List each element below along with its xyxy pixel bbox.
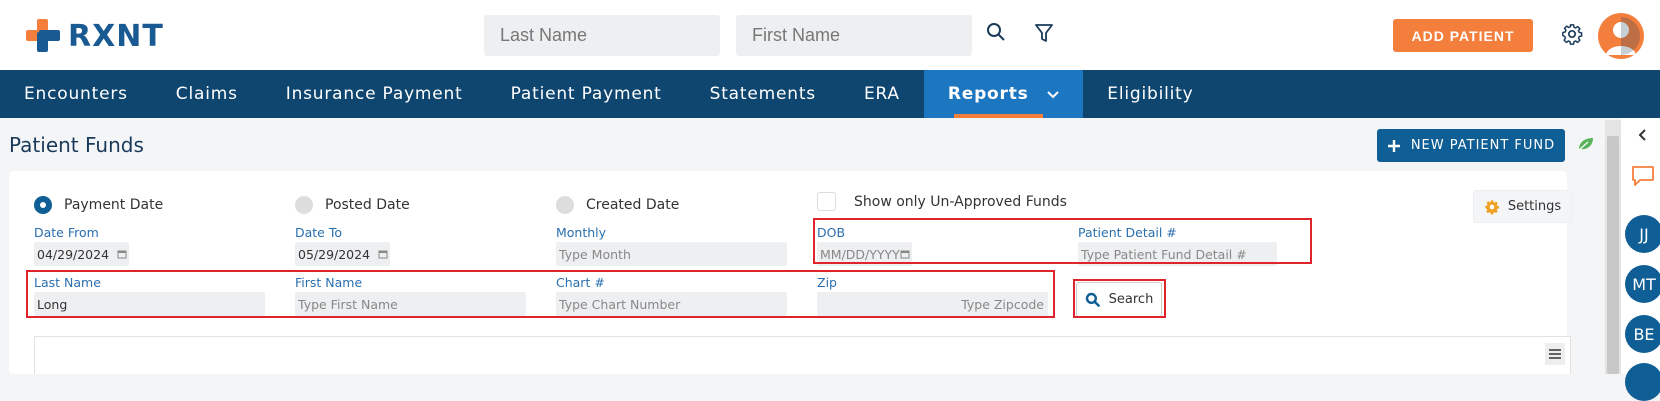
filter-icon[interactable] (1034, 22, 1054, 49)
monthly-input[interactable] (556, 242, 787, 266)
nav-patient-payment[interactable]: Patient Payment (487, 70, 686, 118)
active-tab-underline (953, 114, 1044, 118)
search-button[interactable]: Search (1076, 282, 1162, 317)
scrollbar-thumb[interactable] (1607, 136, 1619, 374)
zip-label: Zip (817, 275, 837, 290)
rail-user-mt[interactable]: MT (1625, 265, 1660, 303)
new-patient-fund-label: NEW PATIENT FUND (1410, 138, 1556, 153)
chart-number-label: Chart # (556, 275, 605, 290)
calendar-icon[interactable] (378, 249, 388, 259)
radio-checked-icon (34, 196, 52, 214)
radio-unchecked-icon (295, 196, 313, 214)
unapproved-funds-checkbox[interactable]: Show only Un-Approved Funds (817, 192, 1067, 211)
search-icon (1085, 292, 1100, 307)
dob-field[interactable]: MM/DD/YYYY (817, 242, 912, 266)
cross-logo-icon (26, 19, 60, 52)
add-patient-button[interactable]: ADD PATIENT (1393, 19, 1533, 52)
main-nav: Encounters Claims Insurance Payment Pati… (0, 70, 1660, 118)
chevron-down-icon (1047, 91, 1059, 99)
created-date-radio[interactable]: Created Date (556, 196, 679, 214)
chat-icon[interactable] (1631, 165, 1655, 192)
checkbox-box (817, 192, 836, 211)
search-label: Search (1108, 292, 1154, 307)
date-to-label: Date To (295, 225, 343, 240)
top-last-name-input[interactable] (484, 15, 720, 56)
gear-icon (1485, 199, 1499, 214)
nav-claims[interactable]: Claims (152, 70, 262, 118)
chevron-left-icon[interactable] (1638, 128, 1646, 146)
rail-user-jj[interactable]: JJ (1625, 215, 1660, 253)
plus-icon (1387, 139, 1400, 152)
leaf-icon[interactable] (1577, 136, 1595, 157)
dob-placeholder: MM/DD/YYYY (820, 246, 900, 262)
posted-date-label: Posted Date (325, 197, 410, 213)
first-name-input[interactable] (295, 292, 526, 316)
date-to-field[interactable]: 05/29/2024 (295, 242, 390, 266)
created-date-label: Created Date (586, 197, 680, 213)
settings-button[interactable]: Settings (1473, 190, 1572, 223)
nav-eligibility[interactable]: Eligibility (1083, 70, 1217, 118)
dob-label: DOB (817, 225, 846, 240)
nav-statements[interactable]: Statements (686, 70, 840, 118)
nav-era[interactable]: ERA (840, 70, 924, 118)
payment-date-radio[interactable]: Payment Date (34, 196, 163, 214)
first-name-label: First Name (295, 275, 363, 290)
user-avatar[interactable] (1598, 13, 1644, 59)
user-avatar-icon (1606, 17, 1640, 55)
last-name-label: Last Name (34, 275, 101, 290)
monthly-label: Monthly (556, 225, 607, 240)
top-bar: RXNT ADD PATIENT (0, 0, 1660, 70)
unapproved-funds-label: Show only Un-Approved Funds (854, 193, 1067, 210)
menu-icon[interactable] (1545, 343, 1565, 365)
search-icon[interactable] (986, 22, 1006, 47)
date-from-field[interactable]: 04/29/2024 (34, 242, 129, 266)
top-first-name-input[interactable] (736, 15, 972, 56)
last-name-input[interactable] (34, 292, 265, 316)
nav-reports-label: Reports (947, 84, 1029, 104)
radio-unchecked-icon (556, 196, 574, 214)
posted-date-radio[interactable]: Posted Date (295, 196, 410, 214)
calendar-icon[interactable] (117, 249, 127, 259)
rxnt-logo[interactable]: RXNT (24, 17, 164, 55)
settings-label: Settings (1507, 199, 1562, 214)
date-from-label: Date From (34, 225, 99, 240)
right-rail: JJ MT BE (1621, 118, 1660, 401)
gear-icon[interactable] (1561, 23, 1583, 50)
payment-date-label: Payment Date (64, 197, 164, 213)
patient-detail-input[interactable] (1078, 242, 1277, 266)
calendar-icon[interactable] (900, 249, 910, 259)
rail-user-be[interactable]: BE (1625, 315, 1660, 353)
rail-user-more[interactable] (1625, 363, 1660, 401)
nav-reports[interactable]: Reports (923, 70, 1084, 118)
page-title: Patient Funds (9, 133, 144, 157)
zip-input[interactable] (817, 292, 1048, 316)
logo-text: RXNT (68, 18, 164, 54)
nav-insurance-payment[interactable]: Insurance Payment (262, 70, 487, 118)
results-grid (34, 336, 1571, 374)
nav-encounters[interactable]: Encounters (0, 70, 152, 118)
chart-number-input[interactable] (556, 292, 787, 316)
patient-detail-label: Patient Detail # (1078, 225, 1177, 240)
date-from-value: 04/29/2024 (37, 246, 110, 262)
date-to-value: 05/29/2024 (298, 246, 371, 262)
new-patient-fund-button[interactable]: NEW PATIENT FUND (1377, 129, 1565, 162)
